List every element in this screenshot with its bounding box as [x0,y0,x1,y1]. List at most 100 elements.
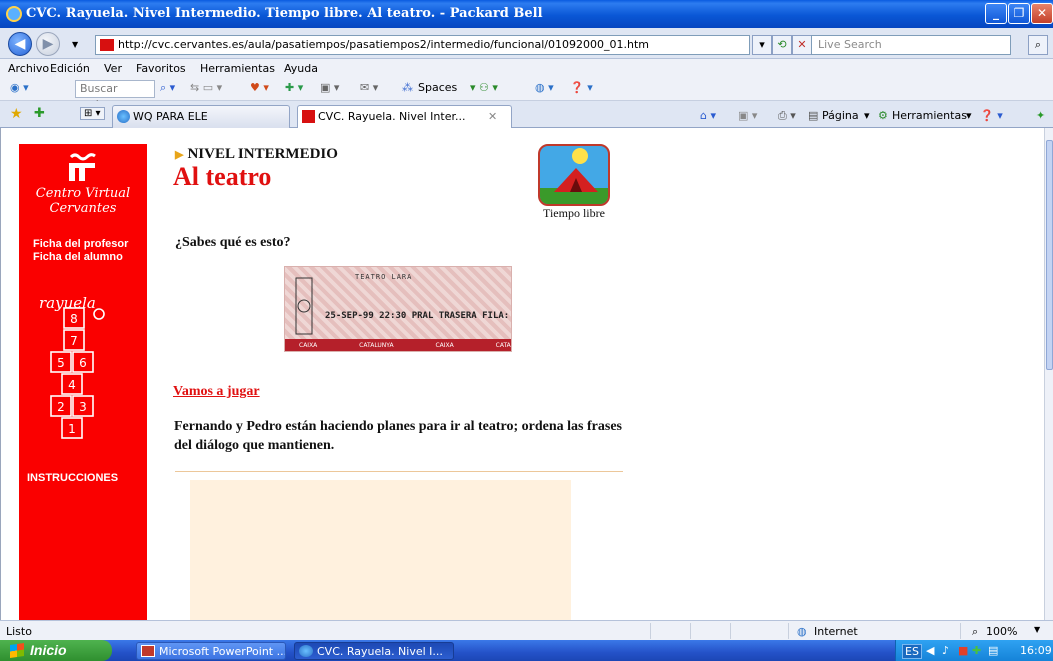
menu-herramientas[interactable]: Herramientas [200,62,275,75]
maximize-button[interactable]: ❐ [1008,3,1030,24]
tray-update-icon[interactable]: ✚ [972,644,981,657]
ie-logo-icon [6,6,22,22]
hotmail-icon[interactable]: ◍ ▾ [535,81,554,94]
window-title: CVC. Rayuela. Nivel Intermedio. Tiempo l… [26,6,543,21]
taskbar-item-label: Microsoft PowerPoint ... [159,645,286,658]
play-link[interactable]: Vamos a jugar [173,384,260,400]
zoom-dropdown-icon[interactable]: ▼ [1034,625,1040,634]
favorites-star-icon[interactable]: ★ [10,106,23,122]
taskbar-item-powerpoint[interactable]: Microsoft PowerPoint ... [136,642,286,660]
share-icon[interactable]: ✚ ▾ [285,81,303,94]
feeds-icon[interactable]: ▣ ▾ [320,81,339,94]
cvc-logo-icon[interactable] [65,152,99,182]
leisure-category-image[interactable] [538,144,610,206]
student-sheet-link[interactable]: Ficha del alumno [33,251,123,263]
zoom-level[interactable]: 100% [986,625,1017,638]
research-icon[interactable]: ✦ [1036,109,1045,122]
instructions-link[interactable]: INSTRUCCIONES [27,472,118,484]
contacts-icon[interactable]: ▾ ⚇ ▾ [470,81,498,94]
hopscotch-icon[interactable]: 8 7 5 6 4 2 3 1 [37,306,127,456]
spaces-label[interactable]: Spaces [418,81,457,94]
hopscotch-8: 8 [70,312,78,326]
tray-security-icon[interactable]: ■ [958,644,968,657]
hopscotch-6: 6 [79,356,87,370]
forward-button[interactable]: ▶ [36,32,60,56]
tools-menu-arrow-icon: ▾ [966,109,972,122]
page-icon: ▤ [808,109,819,122]
web-search-input[interactable]: Buscar web... [75,80,155,111]
status-divider [650,623,651,639]
level-arrow-icon: ▶ [175,149,184,161]
address-dropdown-icon[interactable]: ▾ [752,35,772,55]
menu-ver[interactable]: Ver [104,62,122,75]
refresh-icon[interactable]: ⟲ [772,35,792,55]
theater-ticket-image: TEATRO LARA 25-SEP-99 22:30 PRAL TRASERA… [284,266,512,352]
hopscotch-3: 3 [79,400,87,414]
security-zone[interactable]: Internet [814,625,858,638]
print-icon[interactable]: ⎙ ▾ [778,109,796,123]
favicon-icon [100,39,114,51]
tray-network-icon[interactable]: ◀ [926,644,934,657]
rss-icon[interactable]: ▣ ▾ [738,109,757,122]
ie-icon [299,645,313,657]
help-menu-icon[interactable]: ❓ ▾ [980,109,1003,122]
tab-wq-para-ele[interactable]: WQ PARA ELE [112,105,290,128]
address-input[interactable]: http://cvc.cervantes.es/aula/pasatiempos… [95,35,750,55]
taskbar: Inicio Microsoft PowerPoint ... CVC. Ray… [0,640,1053,661]
activity-area[interactable] [190,480,571,620]
live-search-input[interactable]: Live Search [811,35,1011,55]
tray-display-icon[interactable]: ▤ [988,644,998,657]
brand-line-2: Cervantes [49,201,117,216]
tray-volume-icon[interactable]: ♪ [942,644,949,657]
teacher-sheet-link[interactable]: Ficha del profesor [33,238,128,250]
vertical-scrollbar[interactable] [1044,128,1053,620]
status-text: Listo [6,625,32,638]
close-button[interactable]: ✕ [1031,3,1053,24]
menu-ayuda[interactable]: Ayuda [284,62,318,75]
tab-close-icon[interactable]: ✕ [488,106,497,127]
messenger-icon[interactable]: ♥ ▾ [250,81,269,94]
taskbar-item-ie[interactable]: CVC. Rayuela. Nivel I... [294,642,454,660]
hopscotch-5: 5 [57,356,65,370]
highlight-icon[interactable]: ⇆ ▭ ▾ [190,81,222,94]
back-button[interactable]: ◀ [8,32,32,56]
tab-bar: ★ ✚ ⊞ ▾ WQ PARA ELE CVC. Rayuela. Nivel … [0,101,1053,128]
level-text: NIVEL INTERMEDIO [187,146,338,162]
status-divider [960,623,961,639]
taskbar-item-label: CVC. Rayuela. Nivel I... [317,645,443,658]
tab-cvc-rayuela[interactable]: CVC. Rayuela. Nivel Inter... ✕ [297,105,512,128]
help-icon[interactable]: ❓ ▾ [570,81,593,94]
ticket-stamp-icon [295,277,313,335]
menu-archivo[interactable]: Archivo [8,62,49,75]
cvc-favicon-icon [302,110,315,123]
hopscotch-1: 1 [68,422,76,436]
mail-icon[interactable]: ✉ ▾ [360,81,378,94]
quick-tabs-icon[interactable]: ⊞ ▾ [80,107,105,120]
spaces-icon[interactable]: ⁂ [402,81,413,94]
home-icon[interactable]: ⌂ ▾ [700,109,716,122]
zoom-icon: ⌕ [972,625,979,638]
divider [175,471,623,472]
add-favorite-icon[interactable]: ✚ [34,106,45,121]
menu-edicion[interactable]: Edición [50,62,90,75]
cvc-brand-text[interactable]: Centro Virtual Cervantes [19,186,147,216]
language-indicator[interactable]: ES [902,644,922,659]
powerpoint-icon [141,645,155,657]
menu-favoritos[interactable]: Favoritos [136,62,186,75]
page-menu[interactable]: Página [822,109,859,122]
toolbar-logo-icon[interactable]: ◉ ▾ [10,81,29,94]
internet-globe-icon: ◍ [797,625,807,638]
minimize-button[interactable]: _ [985,3,1007,24]
tools-menu[interactable]: Herramientas [892,109,967,122]
window-title-bar[interactable]: CVC. Rayuela. Nivel Intermedio. Tiempo l… [0,0,1053,28]
scrollbar-thumb[interactable] [1046,140,1053,370]
search-go-icon[interactable]: ⌕ ▾ [160,81,175,95]
tools-gear-icon: ⚙ [878,109,888,122]
search-icon[interactable]: ⌕ [1028,35,1048,55]
start-button[interactable]: Inicio [0,640,112,661]
history-dropdown-icon[interactable]: ▼ [72,40,78,49]
ticket-footer: CAIXA CATALUNYA CAIXA CATALUNYA [285,339,511,351]
stop-icon[interactable]: ✕ [792,35,812,55]
status-bar: Listo ◍ Internet ⌕ 100% ▼ [0,620,1053,640]
clock[interactable]: 16:09 [1020,644,1052,657]
